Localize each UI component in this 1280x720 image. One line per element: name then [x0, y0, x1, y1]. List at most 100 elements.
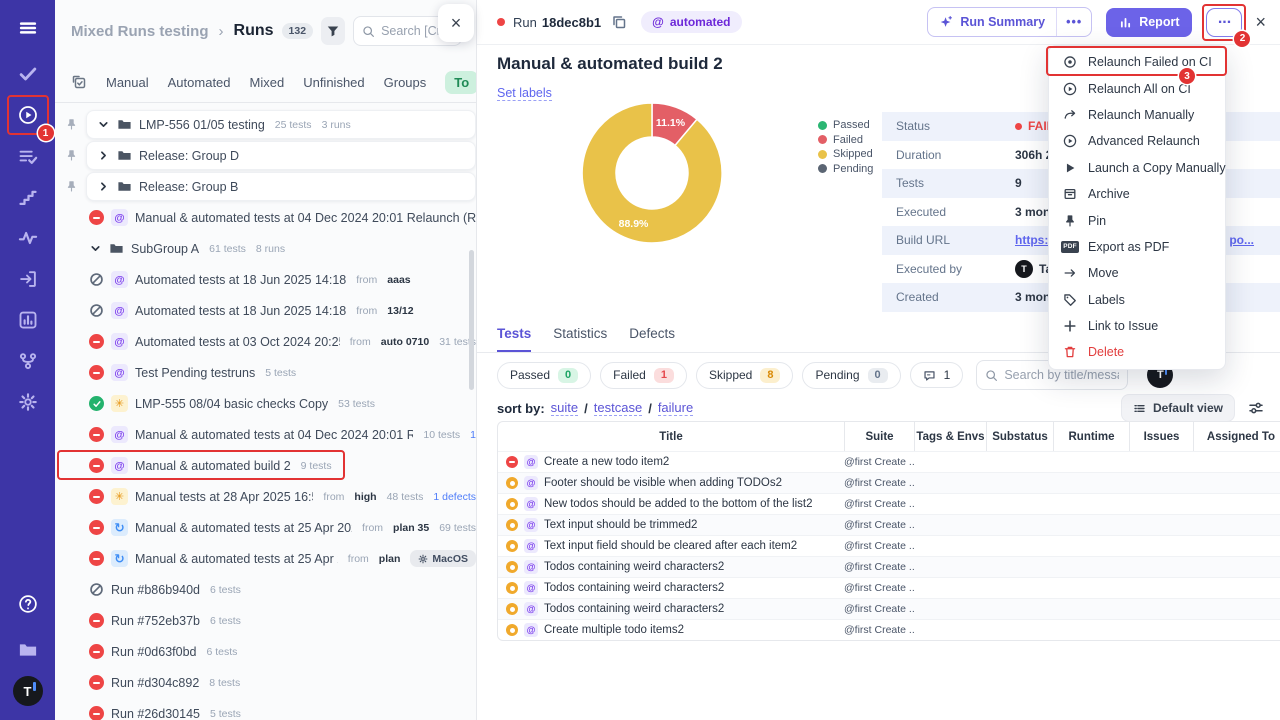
tests-search-input[interactable]	[1004, 368, 1119, 382]
sidebar-button-gear[interactable]	[8, 382, 48, 422]
view-selector-button[interactable]: Default view	[1121, 394, 1235, 422]
run-tree-item[interactable]: Release: Group D	[63, 140, 476, 171]
table-row[interactable]: @Text input field should be cleared afte…	[498, 535, 1280, 556]
run-tree-item[interactable]: Run #b86b940d6 tests	[63, 574, 476, 605]
menu-item-launch-a-copy-manually[interactable]: Launch a Copy Manually	[1049, 155, 1225, 181]
menu-item-relaunch-failed-on-ci[interactable]: Relaunch Failed on CI3	[1049, 49, 1225, 75]
legend-item-failed[interactable]: Failed	[818, 134, 873, 146]
filter-chip-failed[interactable]: Failed1	[600, 362, 687, 389]
sort-by-failure[interactable]: failure	[658, 400, 693, 416]
table-row[interactable]: @Todos containing weird characters2 @fir…	[498, 577, 1280, 598]
run-tree-item[interactable]: ✳Manual tests at 28 Apr 2025 16:50fromhi…	[63, 481, 476, 512]
copy-run-id-button[interactable]	[611, 14, 627, 30]
column-header-title[interactable]: Title	[498, 422, 844, 451]
runs-tab-to[interactable]: To	[445, 71, 476, 94]
run-tree-item[interactable]: Run #0d63f0bd6 tests	[63, 636, 476, 667]
legend-item-skipped[interactable]: Skipped	[818, 148, 873, 160]
sidebar-button-menu[interactable]	[8, 8, 48, 48]
menu-item-advanced-relaunch[interactable]: Advanced Relaunch	[1049, 128, 1225, 154]
filter-chip-passed[interactable]: Passed0	[497, 362, 591, 389]
runs-tab-mixed[interactable]: Mixed	[250, 75, 285, 90]
table-row[interactable]: @New todos should be added to the bottom…	[498, 493, 1280, 514]
column-header-tags-envs[interactable]: Tags & Envs	[914, 422, 986, 451]
column-settings-button[interactable]	[1248, 400, 1264, 416]
menu-item-delete[interactable]: Delete	[1049, 339, 1225, 365]
menu-item-move[interactable]: Move	[1049, 260, 1225, 286]
tab-statistics[interactable]: Statistics	[553, 326, 607, 352]
sidebar-button-branch[interactable]	[8, 341, 48, 381]
run-tree-item[interactable]: @Automated tests at 18 Jun 2025 14:18fro…	[63, 295, 476, 326]
column-header-suite[interactable]: Suite	[844, 422, 914, 451]
filter-chip-pending[interactable]: Pending0	[802, 362, 900, 389]
sidebar-button-signin[interactable]	[8, 259, 48, 299]
legend-item-pending[interactable]: Pending	[818, 163, 873, 175]
run-tree-item[interactable]: SubGroup A61 tests8 runs	[63, 233, 476, 264]
scrollbar-thumb[interactable]	[469, 250, 474, 390]
breadcrumb-project[interactable]: Mixed Runs testing	[71, 23, 209, 40]
runs-tab-automated[interactable]: Automated	[168, 75, 231, 90]
sidebar-user-avatar[interactable]: T	[8, 671, 48, 711]
legend-item-passed[interactable]: Passed	[818, 119, 873, 131]
sidebar-button-pulse[interactable]	[8, 218, 48, 258]
set-labels-link[interactable]: Set labels	[497, 86, 552, 101]
tab-defects[interactable]: Defects	[629, 326, 675, 352]
pinned-run-card[interactable]: Release: Group B	[86, 172, 476, 201]
pinned-run-card[interactable]: LMP-556 01/05 testing25 tests3 runs	[86, 110, 476, 139]
run-tree-item[interactable]: @Test Pending testruns5 tests	[63, 357, 476, 388]
runs-tab-manual[interactable]: Manual	[106, 75, 149, 90]
sort-by-suite[interactable]: suite	[551, 400, 578, 416]
column-header-substatus[interactable]: Substatus	[986, 422, 1053, 451]
build-url-link[interactable]: https:/	[1015, 233, 1052, 247]
table-row[interactable]: @Create a new todo item2 @first Create .…	[498, 451, 1280, 472]
table-row[interactable]: @Create multiple todo items2 @first Crea…	[498, 619, 1280, 640]
table-row[interactable]: @Text input should be trimmed2 @first Cr…	[498, 514, 1280, 535]
sidebar-button-check[interactable]	[8, 54, 48, 94]
sidebar-button-chart-box[interactable]	[8, 300, 48, 340]
close-detail-button[interactable]: ×	[1255, 12, 1266, 33]
column-header-assigned-to[interactable]: Assigned To	[1193, 422, 1280, 451]
run-tree-item[interactable]: Release: Group B	[63, 171, 476, 202]
table-row[interactable]: @Todos containing weird characters2 @fir…	[498, 556, 1280, 577]
sidebar-button-runs-list[interactable]	[8, 136, 48, 176]
run-tree-item[interactable]: ↻Manual & automated tests at 25 Apr 2025…	[63, 512, 476, 543]
filter-button[interactable]	[321, 17, 345, 45]
run-tree-item[interactable]: LMP-556 01/05 testing25 tests3 runs	[63, 109, 476, 140]
sidebar-button-steps[interactable]	[8, 177, 48, 217]
run-tree-item[interactable]: ↻Manual & automated tests at 25 Apr 2025…	[63, 543, 476, 574]
menu-item-archive[interactable]: Archive	[1049, 181, 1225, 207]
run-tree-item[interactable]: Run #d304c8928 tests	[63, 667, 476, 698]
column-header-runtime[interactable]: Runtime	[1053, 422, 1129, 451]
menu-item-export-as-pdf[interactable]: PDFExport as PDF	[1049, 234, 1225, 260]
filter-chip-skipped[interactable]: Skipped8	[696, 362, 794, 389]
menu-item-link-to-issue[interactable]: Link to Issue	[1049, 313, 1225, 339]
run-tree-item[interactable]: @Automated tests at 03 Oct 2024 20:25fro…	[63, 326, 476, 357]
run-tree-item[interactable]: Run #26d301455 tests	[63, 698, 476, 720]
table-row[interactable]: @Todos containing weird characters2 @fir…	[498, 598, 1280, 619]
sidebar-button-play-circle[interactable]: 1	[8, 95, 48, 135]
runs-tab-groups[interactable]: Groups	[384, 75, 427, 90]
menu-item-relaunch-manually[interactable]: Relaunch Manually	[1049, 102, 1225, 128]
run-tree-item[interactable]: ✳LMP-555 08/04 basic checks Copy53 tests	[63, 388, 476, 419]
run-summary-more-button[interactable]: •••	[1056, 8, 1091, 36]
sort-by-testcase[interactable]: testcase	[594, 400, 642, 416]
run-tree-item[interactable]: @Manual & automated tests at 04 Dec 2024…	[63, 202, 476, 233]
close-panel-button[interactable]: ×	[438, 4, 474, 42]
table-row[interactable]: @Footer should be visible when adding TO…	[498, 472, 1280, 493]
menu-item-relaunch-all-on-ci[interactable]: Relaunch All on CI	[1049, 75, 1225, 101]
sidebar-button-folder[interactable]	[8, 630, 48, 670]
build-url-link-end[interactable]: po...	[1229, 233, 1254, 247]
comments-filter-chip[interactable]: 1	[910, 362, 964, 388]
run-tree-item[interactable]: Run #752eb37b6 tests	[63, 605, 476, 636]
run-tree-item[interactable]: @Manual & automated tests at 04 Dec 2024…	[63, 419, 476, 450]
column-header-issues[interactable]: Issues	[1129, 422, 1193, 451]
run-tree-item[interactable]: @Automated tests at 18 Jun 2025 14:18fro…	[63, 264, 476, 295]
run-tree-item[interactable]: @Manual & automated build 29 tests	[63, 450, 476, 481]
runs-tab-unfinished[interactable]: Unfinished	[303, 75, 364, 90]
tab-tests[interactable]: Tests	[497, 326, 531, 352]
sidebar-button-help[interactable]	[8, 584, 48, 624]
report-button[interactable]: Report	[1106, 8, 1192, 37]
run-summary-button[interactable]: Run Summary •••	[927, 7, 1092, 37]
pinned-run-card[interactable]: Release: Group D	[86, 141, 476, 170]
menu-item-labels[interactable]: Labels	[1049, 287, 1225, 313]
menu-item-pin[interactable]: Pin	[1049, 207, 1225, 233]
